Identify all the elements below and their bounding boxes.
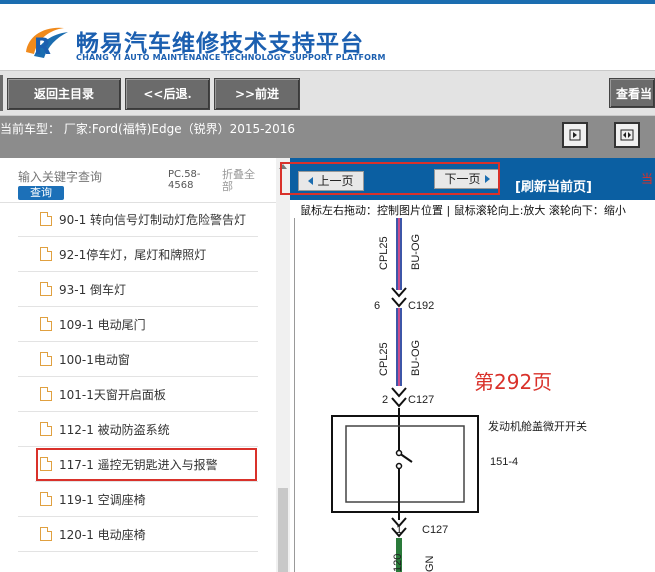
- wire-color-label: BU-OG: [410, 339, 422, 376]
- scroll-thumb[interactable]: [278, 488, 288, 572]
- document-icon: [40, 387, 52, 401]
- list-item-label: 101-1天窗开启面板: [59, 387, 166, 402]
- document-icon: [40, 457, 52, 471]
- svg-text:R: R: [34, 35, 51, 60]
- connector-name: C192: [408, 300, 435, 312]
- connector-name: C127: [422, 524, 449, 536]
- nav-highlight-box: [280, 162, 500, 195]
- viewer-right-text: 当: [641, 172, 654, 186]
- list-item-label: 117-1 遥控无钥匙进入与报警: [59, 457, 218, 472]
- back-button[interactable]: <<后退.: [125, 78, 210, 110]
- document-icon: [40, 317, 52, 331]
- wire-label: CPL25: [378, 236, 390, 270]
- connector-name: C127: [408, 394, 435, 406]
- wire-color-label: BU-OG: [410, 233, 422, 270]
- car-model-text: 当前车型： 厂家:Ford(福特)Edge（锐界）2015-2016: [0, 122, 295, 136]
- search-input[interactable]: [18, 168, 158, 186]
- list-item[interactable]: 100-1电动窗: [18, 342, 258, 377]
- list-item-label: 90-1 转向信号灯制动灯危险警告灯: [59, 212, 247, 227]
- list-item-label: 92-1停车灯，尾灯和牌照灯: [59, 247, 207, 262]
- document-icon: [40, 492, 52, 506]
- search-button[interactable]: 查询: [18, 186, 64, 200]
- connector-pin: 2: [382, 394, 389, 406]
- document-icon: [40, 282, 52, 296]
- document-icon: [40, 422, 52, 436]
- wire-color-label: GN: [424, 555, 436, 572]
- connector-pin: 1: [396, 524, 403, 536]
- hint-bar: 鼠标左右拖动：控制图片位置 | 鼠标滚轮向上:放大 滚轮向下：缩小: [296, 200, 655, 219]
- list-item-label: 109-1 电动尾门: [59, 317, 146, 332]
- header: R 畅易汽车维修技术支持平台 CHANG YI AUTO MAINTENANCE…: [0, 4, 655, 70]
- document-icon: [40, 352, 52, 366]
- list-item[interactable]: 93-1 倒车灯: [18, 272, 258, 307]
- component-name: 发动机舱盖微开开关: [488, 420, 587, 433]
- list-item[interactable]: 101-1天窗开启面板: [18, 377, 258, 412]
- topic-list: 90-1 转向信号灯制动灯危险警告灯 92-1停车灯，尾灯和牌照灯 93-1 倒…: [18, 202, 258, 552]
- toolbar-edge: [0, 75, 3, 111]
- expand-panel-icon[interactable]: [562, 122, 588, 148]
- list-item-label: 120-1 电动座椅: [59, 527, 146, 542]
- sidebar-scrollbar[interactable]: [276, 158, 290, 572]
- list-item-label: 112-1 被动防盗系统: [59, 422, 170, 437]
- list-item-label: 93-1 倒车灯: [59, 282, 127, 297]
- wire-label: CPL25: [378, 342, 390, 376]
- logo-icon: R: [20, 22, 72, 64]
- list-item-label: 100-1电动窗: [59, 352, 130, 367]
- forward-button[interactable]: >>前进: [214, 78, 300, 110]
- page-subtitle: CHANG YI AUTO MAINTENANCE TECHNOLOGY SUP…: [76, 53, 386, 62]
- wiring-diagram-graphics: [294, 218, 479, 572]
- list-item[interactable]: 112-1 被动防盗系统: [18, 412, 258, 447]
- list-item-selected[interactable]: 117-1 遥控无钥匙进入与报警: [35, 447, 258, 482]
- pc-info: PC.58-4568: [168, 169, 201, 191]
- list-item[interactable]: 109-1 电动尾门: [18, 307, 258, 342]
- wiring-diagram[interactable]: CPL25 BU-OG 6 C192 CPL25 BU-OG 2 C127 发动…: [294, 218, 655, 572]
- connector-pin: 6: [374, 300, 381, 312]
- view-current-button[interactable]: 查看当: [609, 78, 655, 108]
- sidebar: 查询 PC.58-4568 折叠全部 90-1 转向信号灯制动灯危险警告灯 92…: [0, 158, 290, 572]
- toolbar: 返回主目录 <<后退. >>前进 查看当: [0, 70, 655, 116]
- page-number-label: 第292页: [474, 370, 553, 394]
- list-item[interactable]: 120-1 电动座椅: [18, 517, 258, 552]
- refresh-page-link[interactable]: [刷新当前页]: [515, 176, 592, 195]
- list-item[interactable]: 119-1 空调座椅: [18, 482, 258, 517]
- mouse-hint-text: 鼠标左右拖动：控制图片位置 | 鼠标滚轮向上:放大 滚轮向下：缩小: [300, 204, 626, 217]
- fold-all-link[interactable]: 折叠全部: [222, 169, 262, 193]
- search-area: 查询 PC.58-4568 折叠全部: [0, 158, 278, 203]
- car-model-bar: 当前车型： 厂家:Ford(福特)Edge（锐界）2015-2016: [0, 116, 655, 158]
- list-item-label: 119-1 空调座椅: [59, 492, 146, 507]
- list-item[interactable]: 92-1停车灯，尾灯和牌照灯: [18, 237, 258, 272]
- document-icon: [40, 212, 52, 226]
- component-ref: 151-4: [490, 456, 519, 468]
- home-button[interactable]: 返回主目录: [7, 78, 121, 110]
- document-icon: [40, 527, 52, 541]
- list-item[interactable]: 90-1 转向信号灯制动灯危险警告灯: [18, 202, 258, 237]
- wire-label: 120: [392, 553, 404, 572]
- fit-width-icon[interactable]: [614, 122, 640, 148]
- document-icon: [40, 247, 52, 261]
